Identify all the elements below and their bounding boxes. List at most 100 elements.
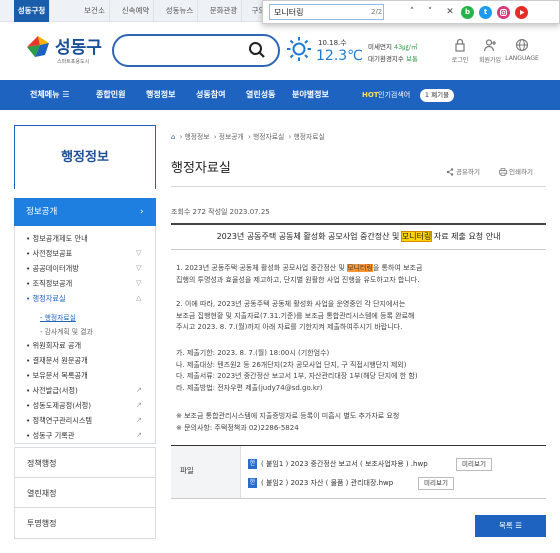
- sidebar-subitem-org-info[interactable]: • 조직정보공개: [26, 279, 72, 289]
- sidebar-subitem-policy-research[interactable]: • 정책연구관리시스템: [26, 416, 92, 426]
- search-icon[interactable]: [248, 41, 266, 59]
- fine-dust-label: 미세먼지: [368, 43, 392, 51]
- sidebar-subitem-label: 성동구 기록관: [32, 431, 75, 440]
- find-input[interactable]: 모니터링: [269, 4, 384, 20]
- share-icon: [446, 168, 454, 176]
- seongdong-logo-icon[interactable]: [25, 33, 51, 59]
- breadcrumb-item[interactable]: 행정자료실: [293, 133, 324, 141]
- sidebar-third-label: 행정자료실: [44, 314, 76, 322]
- hwp-file-icon: 한: [248, 459, 257, 469]
- print-button[interactable]: 인쇄하기: [499, 166, 533, 176]
- printer-icon: [499, 168, 507, 176]
- article-text: ※ 보조금 통합관리시스템에 지출증빙자료 등록이 미흡시 별도 추가자료 요청: [176, 412, 400, 420]
- sidebar-subitem-pre-issue[interactable]: • 사전발급(서정): [26, 386, 78, 396]
- breadcrumb-item[interactable]: 행정정보: [185, 133, 210, 141]
- sidebar-subitem-label: 결재문서 원문공개: [32, 356, 88, 365]
- sidebar-subitem-committee[interactable]: • 위원회자료 공개: [26, 341, 81, 351]
- top-tab-news[interactable]: 성동뉴스: [162, 0, 198, 22]
- nav-civil-service[interactable]: 종합민원: [96, 80, 125, 110]
- list-button[interactable]: 목록 ☰: [475, 515, 546, 537]
- article-title-text: 2023년 공동주택 공동체 활성화 공모사업 중간정산 및: [216, 232, 402, 241]
- twitter-icon[interactable]: t: [479, 6, 492, 19]
- article-text: 을 통하여 보조금: [372, 264, 423, 272]
- external-link-icon[interactable]: ↗: [136, 401, 548, 409]
- home-icon[interactable]: ⌂: [171, 133, 175, 141]
- instagram-icon[interactable]: [497, 6, 510, 19]
- top-tab-seongdong[interactable]: 성동구청: [14, 0, 50, 22]
- sidebar-subitem-pre-release[interactable]: • 사전정보공표: [26, 249, 72, 259]
- sidebar-item-transparent-admin[interactable]: 투명행정: [14, 507, 156, 539]
- air-quality-value: 보통: [405, 55, 418, 63]
- sidebar-subitem-label: 정책연구관리시스템: [32, 416, 93, 425]
- signup-label: 회원가입: [478, 57, 502, 64]
- site-logo[interactable]: 성동구: [55, 33, 102, 58]
- find-match-count: 2/2: [371, 8, 383, 16]
- sidebar-third-audit[interactable]: - 감사계획 및 결과: [40, 326, 93, 336]
- article-text: 집행의 투명성과 효율성을 제고하고, 단지별 원활한 사업 진행을 유도하고자…: [176, 275, 420, 284]
- sidebar-subitem-label: 행정자료실: [32, 294, 66, 303]
- all-menu-label: 전체메뉴: [30, 90, 60, 99]
- attachment-link-2[interactable]: 한 ( 붙임2 ) 2023 자산 ( 물품 ) 관리대장.hwp: [248, 478, 393, 488]
- find-previous-button[interactable]: ˄: [405, 5, 419, 19]
- article-title: 2023년 공동주택 공동체 활성화 공모사업 중간정산 및 모니터링 자료 제…: [171, 227, 546, 247]
- breadcrumb-item[interactable]: 정보공개: [219, 133, 244, 141]
- sidebar-item-open-finance[interactable]: 열린재정: [14, 477, 156, 509]
- nav-admin-info[interactable]: 행정정보: [146, 80, 175, 110]
- fine-dust-value: 43㎍/㎥: [394, 43, 418, 51]
- youtube-icon[interactable]: [515, 6, 528, 19]
- weather-date: 10.18.수: [318, 39, 347, 47]
- menu-icon: ☰: [62, 90, 70, 99]
- article-text: 가. 제출기한: 2023. 8. 7.(월) 18:00시 (기한엄수): [176, 349, 330, 357]
- preview-button[interactable]: 미리보기: [456, 458, 492, 471]
- article-text: 다. 제출서류: 2023년 중간정산 보고서 1부, 자산관리대장 1부(해당…: [176, 372, 418, 380]
- share-button[interactable]: 공유하기: [446, 166, 480, 176]
- sidebar-subitem-system[interactable]: • 정보공개제도 안내: [26, 234, 88, 244]
- article-text: 라. 제출방법: 전자우편 제출(judy74@sd.go.kr): [176, 383, 323, 392]
- article-title-divider: [171, 249, 546, 250]
- article-list: 가. 제출기한: 2023. 8. 7.(월) 18:00시 (기한엄수) 나.…: [176, 348, 466, 394]
- sidebar-title: 행정정보: [14, 125, 156, 189]
- file-table-bottom-border: [171, 498, 546, 499]
- sidebar-subitem-label: 보유문서 목록공개: [32, 371, 88, 380]
- blog-icon[interactable]: b: [461, 6, 474, 19]
- attachment-name: ( 붙임1 ) 2023 중간정산 보고서 ( 보조사업자용 ) .hwp: [261, 460, 428, 468]
- article-text: 1. 2023년 공동주택 공동체 활성화 공모사업 중간정산 및: [176, 264, 348, 272]
- sunny-weather-icon: [287, 37, 311, 61]
- preview-button[interactable]: 미리보기: [418, 477, 454, 490]
- sidebar-item-info-disclosure[interactable]: 정보공개: [14, 198, 156, 226]
- language-link[interactable]: LANGUAGE: [500, 38, 544, 62]
- find-close-button[interactable]: ✕: [443, 5, 457, 19]
- sidebar-third-admin-archive[interactable]: - 행정자료실: [40, 312, 76, 322]
- sidebar-subitem-archives[interactable]: • 성동구 기록관: [26, 431, 75, 441]
- sidebar-item-policy-admin[interactable]: 정책행정: [14, 447, 156, 479]
- sidebar-subitem-approval-docs[interactable]: • 결재문서 원문공개: [26, 356, 88, 366]
- nav-field-info[interactable]: 분야별정보: [292, 80, 329, 110]
- post-meta: 조회수 272 작성일 2023.07.25: [171, 208, 270, 216]
- find-next-button[interactable]: ˅: [423, 5, 437, 19]
- top-tab-health[interactable]: 보건소: [80, 0, 110, 22]
- breadcrumb-item[interactable]: 행정자료실: [253, 133, 284, 141]
- expand-icon[interactable]: ▽: [136, 249, 548, 257]
- sidebar-subitem-open-data[interactable]: • 공공데이터개방: [26, 264, 79, 274]
- site-slogan: 스마트포용도시: [57, 59, 90, 65]
- sidebar-subitem-doc-list[interactable]: • 보유문서 목록공개: [26, 371, 88, 381]
- sidebar-subitem-label: 조직정보공개: [32, 279, 73, 288]
- article-text: 보조금 집행현황 및 지출자료(7.31.기준)를 보조금 통합관리시스템에 등…: [176, 311, 415, 320]
- search-highlight: 모니터링: [400, 231, 433, 242]
- top-tab-culture[interactable]: 문화관광: [206, 0, 242, 22]
- sidebar-subitem-admin-archive[interactable]: • 행정자료실: [26, 294, 66, 304]
- attachment-name: ( 붙임2 ) 2023 자산 ( 물품 ) 관리대장.hwp: [261, 479, 394, 487]
- sidebar-subitem-system-link[interactable]: • 성동도제공정(서정): [26, 401, 91, 411]
- nav-participation[interactable]: 성동참여: [196, 80, 225, 110]
- top-tab-reservation[interactable]: 신속예약: [118, 0, 154, 22]
- attachment-link-1[interactable]: 한 ( 붙임1 ) 2023 중간정산 보고서 ( 보조사업자용 ) .hwp: [248, 459, 428, 469]
- popular-search-keyword[interactable]: 1 폐기물: [420, 89, 454, 102]
- find-in-page-bar: 모니터링 2/2 ˄ ˅ ✕ b t: [262, 0, 560, 24]
- all-menu-button[interactable]: 전체메뉴 ☰: [30, 80, 69, 110]
- lock-icon: [455, 38, 465, 52]
- article-text: 2. 이에 따라, 2023년 공동주택 공동체 활성화 사업을 운영중인 각 …: [176, 300, 406, 308]
- search-highlight: 모니터링: [347, 264, 373, 272]
- nav-open-seongdong[interactable]: 열린성동: [246, 80, 275, 110]
- article-notes: ※ 보조금 통합관리시스템에 지출증빙자료 등록이 미흡시 별도 추가자료 요청…: [176, 411, 466, 434]
- language-label: LANGUAGE: [505, 55, 539, 62]
